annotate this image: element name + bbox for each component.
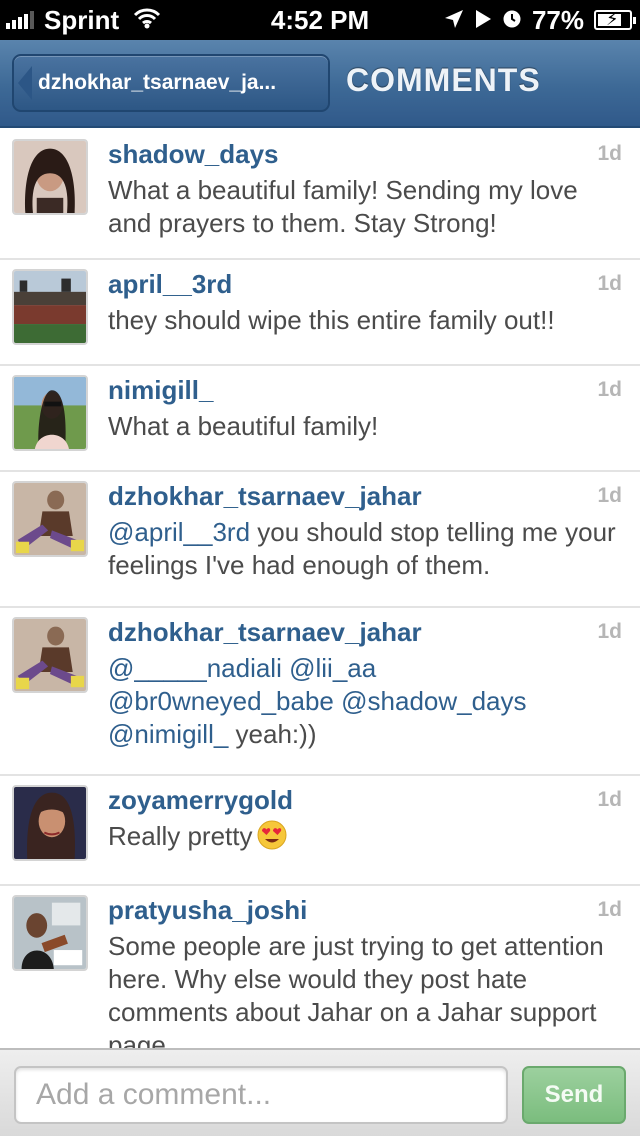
comment-text: @_____nadiali @lii_aa @br0wneyed_babe @sh…	[108, 652, 628, 751]
send-button[interactable]: Send	[522, 1066, 626, 1124]
carrier-name: Sprint	[44, 4, 120, 35]
location-arrow-icon	[444, 5, 464, 36]
comment-item: nimigill_ 1d What a beautiful family!	[0, 366, 640, 472]
signal-strength-icon	[6, 11, 34, 29]
back-button-label: dzhokhar_tsarnaev_ja...	[38, 71, 277, 94]
alarm-clock-icon	[502, 5, 522, 36]
comment-input[interactable]	[14, 1066, 508, 1124]
avatar[interactable]	[12, 895, 88, 971]
comment-timestamp: 1d	[597, 272, 622, 295]
comment-item: shadow_days 1d What a beautiful family! …	[0, 130, 640, 260]
status-right: 77% ⚡	[444, 4, 636, 36]
comment-username[interactable]: dzhokhar_tsarnaev_jahar	[108, 481, 422, 512]
comment-timestamp: 1d	[597, 620, 622, 643]
mention-link[interactable]: @april__3rd	[108, 517, 250, 547]
charging-bolt-icon: ⚡	[606, 9, 619, 29]
comment-timestamp: 1d	[597, 378, 622, 401]
comments-list[interactable]: shadow_days 1d What a beautiful family! …	[0, 130, 640, 1048]
comment-text: @april__3rd you should stop telling me y…	[108, 516, 628, 582]
app-root: Sprint 4:52 PM 77% ⚡ dzhokhar_tsarnaev_j…	[0, 0, 640, 1136]
comment-timestamp: 1d	[597, 788, 622, 811]
comment-username[interactable]: shadow_days	[108, 139, 279, 170]
back-button[interactable]: dzhokhar_tsarnaev_ja...	[12, 54, 330, 112]
comment-username[interactable]: zoyamerrygold	[108, 785, 293, 816]
avatar[interactable]	[12, 269, 88, 345]
status-bar: Sprint 4:52 PM 77% ⚡	[0, 0, 640, 40]
comment-text-body: yeah:))	[228, 719, 317, 749]
avatar[interactable]	[12, 617, 88, 693]
back-arrow-icon	[18, 66, 32, 100]
comment-item: dzhokhar_tsarnaev_jahar 1d @april__3rd y…	[0, 472, 640, 608]
avatar[interactable]	[12, 481, 88, 557]
status-left: Sprint	[6, 4, 161, 36]
comment-text: they should wipe this entire family out!…	[108, 305, 555, 335]
comment-timestamp: 1d	[597, 898, 622, 921]
mention-link[interactable]: @lii_aa	[289, 653, 376, 683]
comment-text: What a beautiful family!	[108, 411, 379, 441]
page-title: COMMENTS	[346, 62, 541, 98]
comment-text: What a beautiful family! Sending my love…	[108, 175, 578, 238]
comment-username[interactable]: nimigill_	[108, 375, 213, 406]
battery-percent: 77%	[531, 4, 584, 35]
mention-link[interactable]: @br0wneyed_babe	[108, 686, 334, 716]
avatar[interactable]	[12, 785, 88, 861]
mention-link[interactable]: @_____nadiali	[108, 653, 282, 683]
comment-item: pratyusha_joshi 1d Some people are just …	[0, 886, 640, 1048]
comment-timestamp: 1d	[597, 484, 622, 507]
comment-username[interactable]: dzhokhar_tsarnaev_jahar	[108, 617, 422, 648]
navigation-bar: dzhokhar_tsarnaev_ja... COMMENTS	[0, 40, 640, 128]
wifi-icon	[133, 5, 161, 36]
avatar[interactable]	[12, 139, 88, 215]
mention-link[interactable]: @shadow_days	[341, 686, 526, 716]
comment-item: april__3rd 1d they should wipe this enti…	[0, 260, 640, 366]
heart-eyes-emoji-icon	[257, 820, 287, 850]
comment-text: Some people are just trying to get atten…	[108, 931, 604, 1048]
comment-username[interactable]: april__3rd	[108, 269, 232, 300]
comment-item: dzhokhar_tsarnaev_jahar 1d @_____nadiali…	[0, 608, 640, 776]
mention-link[interactable]: @nimigill_	[108, 719, 228, 749]
comment-timestamp: 1d	[597, 142, 622, 165]
comment-text: Really pretty	[108, 820, 628, 853]
comment-username[interactable]: pratyusha_joshi	[108, 895, 307, 926]
play-icon	[474, 5, 492, 36]
avatar[interactable]	[12, 375, 88, 451]
comment-text-body: Really pretty	[108, 821, 253, 851]
comment-input-bar: Send	[0, 1048, 640, 1136]
battery-icon: ⚡	[594, 9, 636, 30]
comment-item: zoyamerrygold 1d Really pretty	[0, 776, 640, 886]
